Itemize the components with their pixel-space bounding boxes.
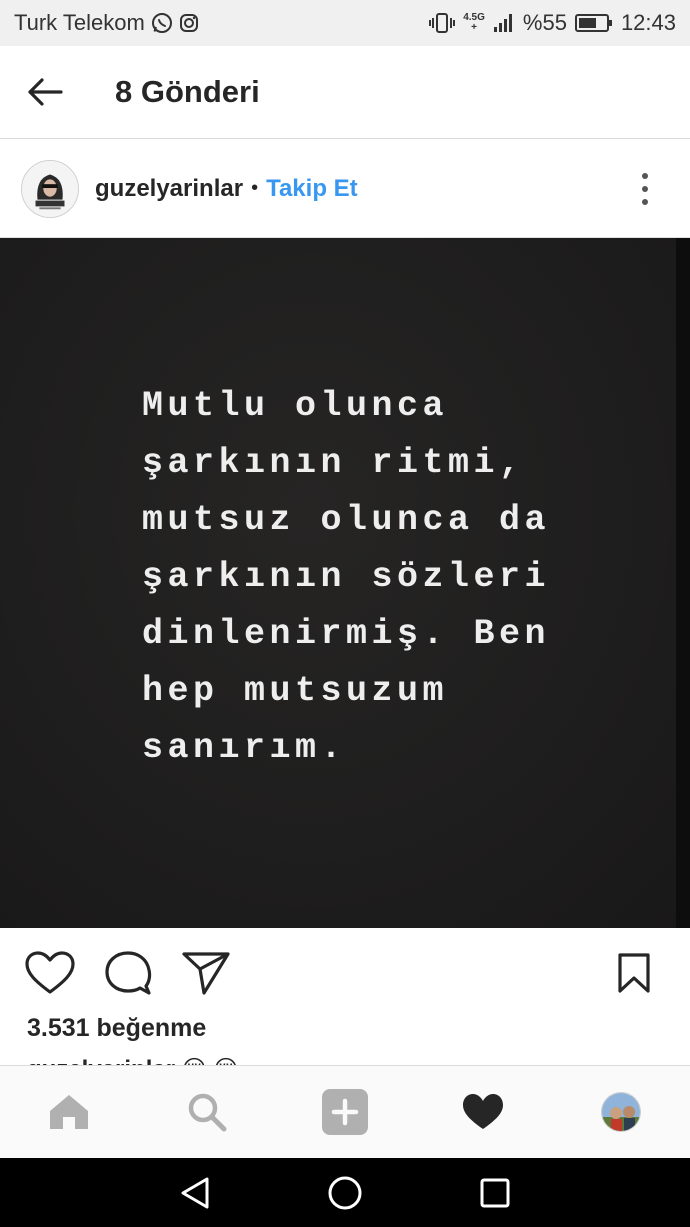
share-button[interactable] — [180, 947, 232, 999]
carrier-name: Turk Telekom — [14, 10, 145, 35]
home-icon — [50, 1095, 88, 1129]
more-options-button[interactable] — [630, 164, 660, 214]
send-paper-plane-icon — [182, 952, 230, 995]
tab-profile[interactable] — [586, 1077, 656, 1147]
comment-bubble-icon — [105, 951, 152, 995]
signal-icon — [493, 13, 515, 33]
vibrate-icon — [429, 12, 456, 34]
add-post-icon — [322, 1089, 368, 1135]
system-recents-button[interactable] — [465, 1163, 525, 1223]
separator-dot: • — [251, 177, 259, 199]
back-button[interactable] — [0, 46, 90, 139]
system-home-button[interactable] — [315, 1163, 375, 1223]
bottom-tab-bar — [0, 1065, 690, 1158]
tab-home[interactable] — [34, 1077, 104, 1147]
recents-square-icon — [480, 1178, 510, 1207]
save-button[interactable] — [608, 947, 660, 999]
back-triangle-icon — [181, 1177, 209, 1208]
clock: 12:43 — [620, 10, 676, 35]
post-author-avatar[interactable] — [21, 159, 79, 218]
quote-text: Mutlu olunca şarkının ritmi, mutsuz olun… — [142, 378, 642, 777]
quote-line: sanırım. — [142, 728, 347, 768]
tab-activity[interactable] — [448, 1077, 518, 1147]
instagram-icon — [179, 13, 199, 33]
quote-line: şarkının ritmi, — [142, 443, 525, 483]
quote-line: hep mutsuzum — [142, 671, 449, 711]
activity-heart-icon — [463, 1094, 503, 1129]
battery-percent: %55 — [522, 10, 567, 35]
follow-button[interactable]: Takip Et — [266, 175, 358, 203]
quote-line: dinlenirmiş. Ben — [142, 614, 551, 654]
arrow-left-icon — [28, 78, 63, 106]
page-title: 8 Gönderi — [115, 74, 260, 109]
network-type: 4.5G + — [463, 12, 485, 33]
whatsapp-icon — [151, 12, 173, 34]
system-nav-bar — [0, 1158, 690, 1227]
post-action-bar — [0, 928, 690, 1018]
post-image[interactable]: Mutlu olunca şarkının ritmi, mutsuz olun… — [0, 238, 690, 928]
post-author-username[interactable]: guzelyarinlar — [95, 175, 243, 203]
tab-search[interactable] — [172, 1077, 242, 1147]
search-icon — [188, 1093, 227, 1132]
tab-new-post[interactable] — [310, 1077, 380, 1147]
profile-avatar — [601, 1092, 641, 1132]
more-vertical-icon — [642, 172, 648, 179]
likes-count[interactable]: 3.531 beğenme — [27, 1014, 206, 1043]
post-header: guzelyarinlar • Takip Et — [0, 140, 690, 238]
battery-icon — [574, 13, 613, 33]
quote-line: mutsuz olunca da — [142, 500, 551, 540]
comment-button[interactable] — [102, 947, 154, 999]
bookmark-icon — [618, 953, 650, 993]
quote-line: Mutlu olunca — [142, 386, 449, 426]
quote-line: şarkının sözleri — [142, 557, 551, 597]
status-bar: Turk Telekom 4.5G + %55 12:43 — [0, 0, 690, 46]
app-header: 8 Gönderi — [0, 46, 690, 139]
like-button[interactable] — [24, 947, 76, 999]
caption-preview: guzelyarinlar 😢 😢 — [27, 1052, 327, 1066]
heart-outline-icon — [25, 951, 75, 994]
system-back-button[interactable] — [165, 1163, 225, 1223]
home-circle-icon — [328, 1176, 362, 1209]
